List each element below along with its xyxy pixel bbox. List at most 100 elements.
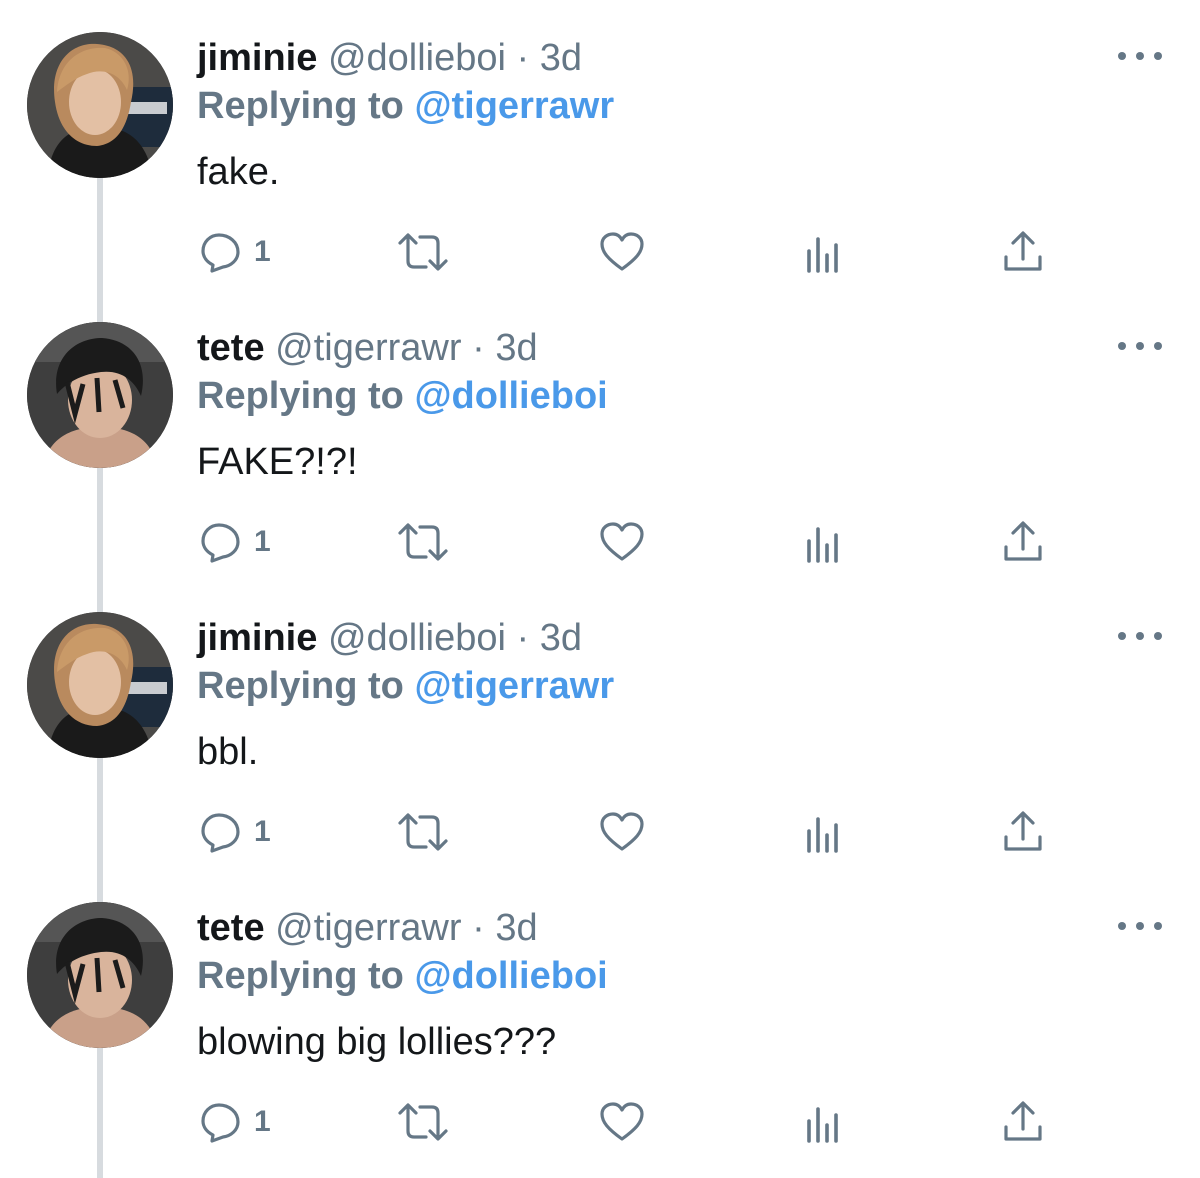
- user-handle[interactable]: @dollieboi: [328, 37, 506, 79]
- retweet-button[interactable]: [396, 228, 450, 276]
- replying-to-label: Replying to: [197, 955, 404, 997]
- mention-link[interactable]: @tigerrawr: [414, 85, 614, 127]
- like-icon: [600, 1102, 644, 1141]
- timestamp[interactable]: 3d: [540, 617, 582, 659]
- retweet-button[interactable]: [396, 1098, 450, 1146]
- analytics-icon: [807, 817, 838, 853]
- display-name[interactable]: tete: [197, 907, 265, 949]
- display-name[interactable]: jiminie: [197, 37, 317, 79]
- separator-dot: ·: [472, 907, 485, 949]
- mention-link[interactable]: @dollieboi: [414, 955, 607, 997]
- tweet[interactable]: jiminie @dollieboi · 3d Replying to @tig…: [0, 0, 1200, 290]
- reply-button[interactable]: 1: [198, 808, 271, 856]
- avatar[interactable]: [27, 902, 173, 1048]
- replying-to-label: Replying to: [197, 375, 404, 417]
- user-handle[interactable]: @tigerrawr: [275, 327, 461, 369]
- reply-count: 1: [254, 525, 271, 558]
- like-icon: [600, 522, 644, 561]
- tweet-text: fake.: [197, 151, 280, 193]
- separator-dot: ·: [516, 37, 530, 79]
- reply-button[interactable]: 1: [198, 228, 271, 276]
- user-handle[interactable]: @tigerrawr: [275, 907, 461, 949]
- share-icon: [1004, 811, 1042, 851]
- analytics-icon: [807, 1107, 838, 1143]
- timestamp[interactable]: 3d: [495, 327, 537, 369]
- share-button[interactable]: [1001, 808, 1045, 856]
- more-icon: [1118, 342, 1126, 350]
- retweet-icon: [398, 523, 448, 561]
- retweet-icon: [398, 233, 448, 271]
- tweet-header: tete @tigerrawr · 3d: [197, 326, 538, 370]
- reply-icon: [201, 233, 240, 273]
- reply-count: 1: [254, 1105, 271, 1138]
- retweet-icon: [398, 1103, 448, 1141]
- separator-dot: ·: [472, 327, 485, 369]
- avatar[interactable]: [27, 32, 173, 178]
- like-button[interactable]: [598, 1098, 646, 1146]
- tweet-text: FAKE?!?!: [197, 441, 358, 483]
- replying-to-label: Replying to: [197, 665, 404, 707]
- like-button[interactable]: [598, 228, 646, 276]
- tweet-text: bbl.: [197, 731, 259, 773]
- reply-icon: [201, 523, 240, 563]
- tete-avatar-image: [27, 322, 173, 468]
- more-icon: [1118, 632, 1126, 640]
- replying-to-label: Replying to: [197, 85, 404, 127]
- reply-button[interactable]: 1: [198, 518, 271, 566]
- more-options-button[interactable]: [1118, 914, 1162, 938]
- more-icon: [1118, 922, 1126, 930]
- tweet-header: jiminie @dollieboi · 3d: [197, 616, 582, 660]
- replying-to: Replying to @tigerrawr: [197, 664, 614, 708]
- reply-count: 1: [254, 235, 271, 268]
- avatar[interactable]: [27, 612, 173, 758]
- avatar[interactable]: [27, 322, 173, 468]
- analytics-button[interactable]: [804, 808, 844, 856]
- reply-icon: [201, 1103, 240, 1143]
- share-button[interactable]: [1001, 228, 1045, 276]
- reply-button[interactable]: 1: [198, 1098, 271, 1146]
- more-options-button[interactable]: [1118, 44, 1162, 68]
- like-icon: [600, 232, 644, 271]
- jiminie-avatar-image: [27, 612, 173, 758]
- share-icon: [1004, 1101, 1042, 1141]
- analytics-button[interactable]: [804, 518, 844, 566]
- more-options-button[interactable]: [1118, 334, 1162, 358]
- analytics-button[interactable]: [804, 228, 844, 276]
- analytics-icon: [807, 527, 838, 563]
- reply-count: 1: [254, 815, 271, 848]
- display-name[interactable]: jiminie: [197, 617, 317, 659]
- analytics-button[interactable]: [804, 1098, 844, 1146]
- tweet[interactable]: tete @tigerrawr · 3d Replying to @dollie…: [0, 870, 1200, 1160]
- tweet[interactable]: jiminie @dollieboi · 3d Replying to @tig…: [0, 580, 1200, 870]
- tweet-header: tete @tigerrawr · 3d: [197, 906, 538, 950]
- share-button[interactable]: [1001, 1098, 1045, 1146]
- mention-link[interactable]: @tigerrawr: [414, 665, 614, 707]
- separator-dot: ·: [516, 617, 530, 659]
- timestamp[interactable]: 3d: [495, 907, 537, 949]
- retweet-icon: [398, 813, 448, 851]
- like-icon: [600, 812, 644, 851]
- share-button[interactable]: [1001, 518, 1045, 566]
- retweet-button[interactable]: [396, 808, 450, 856]
- tweet-header: jiminie @dollieboi · 3d: [197, 36, 582, 80]
- share-icon: [1004, 231, 1042, 271]
- replying-to: Replying to @dollieboi: [197, 954, 608, 998]
- replying-to: Replying to @dollieboi: [197, 374, 608, 418]
- display-name[interactable]: tete: [197, 327, 265, 369]
- mention-link[interactable]: @dollieboi: [414, 375, 607, 417]
- jiminie-avatar-image: [27, 32, 173, 178]
- tweet[interactable]: tete @tigerrawr · 3d Replying to @dollie…: [0, 290, 1200, 580]
- tweet-text: blowing big lollies???: [197, 1021, 557, 1063]
- replying-to: Replying to @tigerrawr: [197, 84, 614, 128]
- like-button[interactable]: [598, 518, 646, 566]
- share-icon: [1004, 521, 1042, 561]
- retweet-button[interactable]: [396, 518, 450, 566]
- tete-avatar-image: [27, 902, 173, 1048]
- like-button[interactable]: [598, 808, 646, 856]
- analytics-icon: [807, 237, 838, 273]
- reply-icon: [201, 813, 240, 853]
- more-options-button[interactable]: [1118, 624, 1162, 648]
- user-handle[interactable]: @dollieboi: [328, 617, 506, 659]
- timestamp[interactable]: 3d: [540, 37, 582, 79]
- more-icon: [1118, 52, 1126, 60]
